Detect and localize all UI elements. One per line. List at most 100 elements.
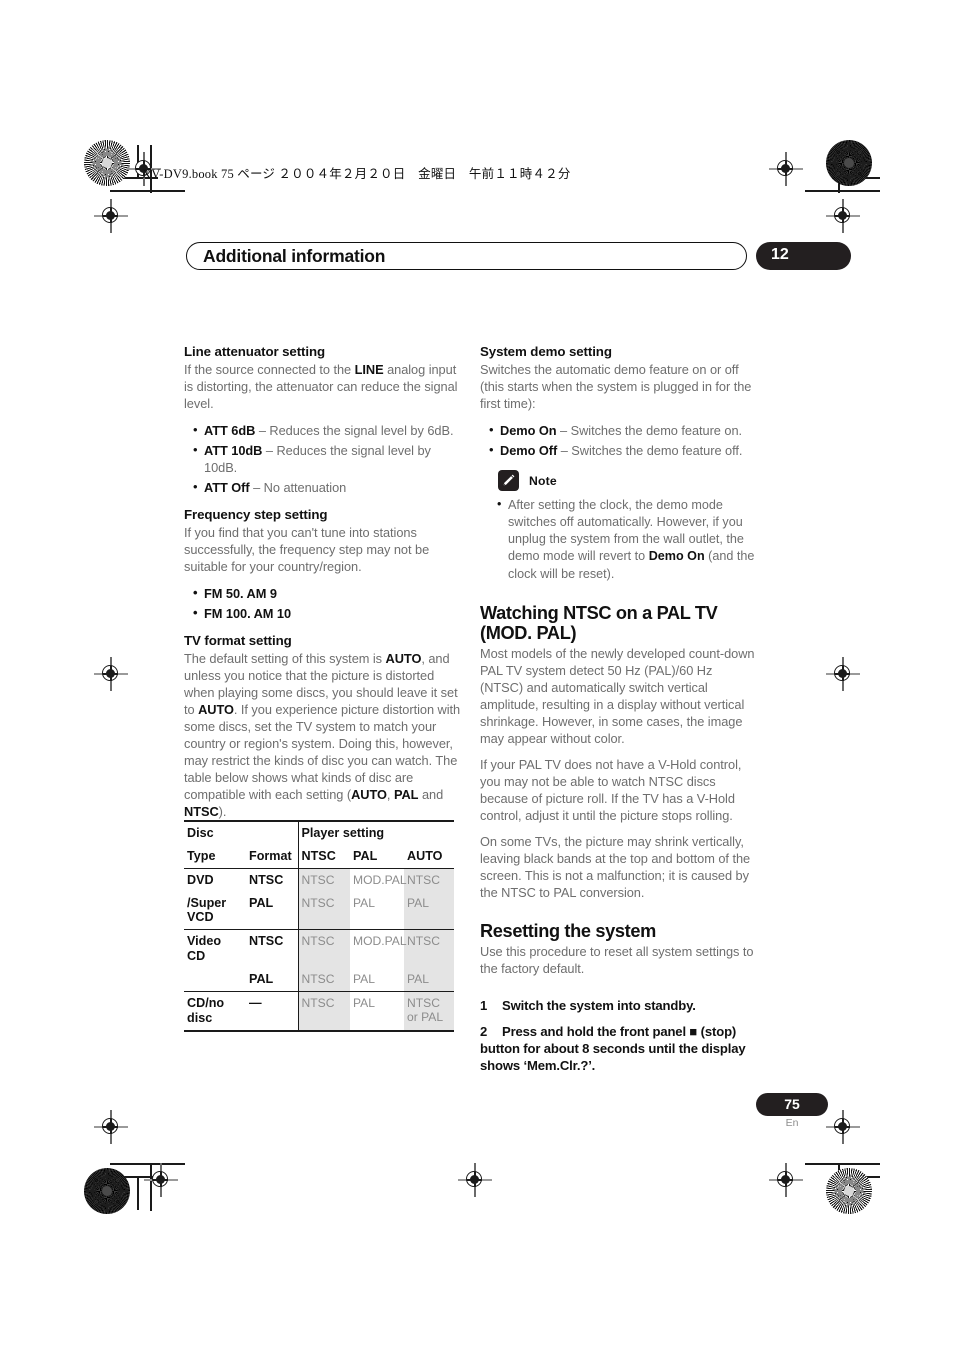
paragraph-tv-format: The default setting of this system is AU… (184, 651, 461, 821)
page-language-code: En (785, 1117, 799, 1129)
list-demo-options: Demo On – Switches the demo feature on. … (480, 421, 757, 459)
cell-format: — (246, 990, 299, 1032)
heading-resetting: Resetting the system (480, 920, 656, 941)
cell-type: Video CD (184, 929, 246, 969)
registration-mark-right-middle (826, 657, 860, 691)
table-row: PAL NTSC PAL PAL (184, 968, 455, 992)
heading-line-attenuator: Line attenuator setting (184, 344, 326, 359)
cell-format: NTSC (246, 929, 299, 969)
bullet-term: ATT 10dB (204, 443, 263, 459)
cell-pal: PAL (350, 990, 405, 1032)
print-star-target-top-right (826, 140, 872, 186)
cell-auto: PAL (404, 891, 455, 930)
step-2: 2 Press and hold the front panel ■ (stop)… (480, 1023, 757, 1074)
cell-auto: NTSC or PAL (404, 990, 455, 1032)
print-star-target-bottom-left (84, 1168, 130, 1214)
paragraph-ntsc-2: If your PAL TV does not have a V-Hold co… (480, 757, 742, 824)
list-item: FM 100. AM 10 (193, 604, 461, 622)
note-label: Note (529, 473, 557, 488)
tv-t10: ). (218, 804, 227, 820)
la-text-1: If the source connected to the (184, 362, 355, 378)
table-header-auto: AUTO (407, 848, 443, 863)
cell-ntsc: NTSC (297, 891, 351, 930)
paragraph-line-attenuator: If the source connected to the LINE anal… (184, 362, 461, 413)
list-note: After setting the clock, the demo mode s… (480, 496, 757, 583)
note-header: Note (498, 470, 757, 492)
crop-mark-top-right-h (805, 190, 880, 192)
registration-mark-left-upper (94, 199, 128, 233)
disc-compatibility-table: Disc Player setting Type Format NTSC PAL… (184, 820, 455, 1032)
paragraph-system-demo: Switches the automatic demo feature on o… (480, 362, 752, 412)
heading-system-demo: System demo setting (480, 344, 612, 359)
heading-frequency-step: Frequency step setting (184, 507, 328, 523)
bullet-term: ATT Off (204, 480, 250, 496)
tv-t3: AUTO (198, 702, 234, 718)
tv-t5: AUTO (351, 787, 387, 803)
heading-ntsc-line1: Watching NTSC on a PAL TV (480, 602, 718, 623)
cell-format: NTSC (246, 867, 299, 892)
step-2-text-a: Press and hold the front panel (502, 1024, 690, 1040)
cell-pal: PAL (353, 895, 375, 910)
list-frequency-steps: FM 50. AM 9 FM 100. AM 10 (184, 584, 461, 622)
book-slug-line: XV-DV9.book 75 ページ ２００４年２月２０日 金曜日 午前１１時４… (142, 167, 571, 181)
cell-auto: PAL (404, 968, 455, 992)
table-header-row-sub: Type Format NTSC PAL AUTO (184, 844, 454, 869)
tv-t7: PAL (393, 787, 419, 803)
table-row: /Super VCD PAL NTSC PAL PAL (184, 891, 455, 930)
bullet-desc: – Reduces the signal level by 6dB. (255, 423, 454, 439)
registration-mark-bottom-right (769, 1163, 803, 1197)
list-item: FM 50. AM 9 (193, 584, 461, 602)
document-page: XV-DV9.book 75 ページ ２００４年２月２０日 金曜日 午前１１時４… (0, 0, 954, 1351)
table-header-row-group: Disc Player setting (184, 820, 455, 845)
table-row: CD/no disc — NTSC PAL NTSC or PAL (184, 990, 455, 1032)
list-item: Demo On – Switches the demo feature on. (489, 421, 757, 439)
print-star-target-bottom-right (826, 1168, 872, 1214)
table-header-disc: Disc (184, 820, 299, 845)
crop-mark-bottom-left-v2 (137, 1176, 139, 1210)
step-1-number: 1 (480, 998, 488, 1014)
tv-t0: The default setting of this system is (184, 651, 386, 667)
cell-type: DVD (184, 867, 246, 892)
registration-mark-left-middle (94, 657, 128, 691)
table-header-format: Format (249, 848, 292, 863)
registration-mark-bottom-left (144, 1163, 178, 1197)
la-bold-line: LINE (354, 362, 384, 378)
bullet-desc: – Switches the demo feature on. (556, 423, 743, 439)
cell-format: PAL (249, 895, 274, 910)
step-1-text: Switch the system into standby. (502, 998, 696, 1014)
paragraph-resetting: Use this procedure to reset all system s… (480, 944, 754, 977)
print-star-target-top-left (84, 140, 130, 186)
heading-tv-format: TV format setting (184, 633, 292, 649)
bullet-term: Demo On (500, 423, 557, 439)
step-1: 1 Switch the system into standby. (480, 997, 757, 1014)
chapter-number-label: 12 (771, 246, 789, 263)
bullet-desc: – Switches the demo feature off. (557, 443, 743, 459)
list-item: After setting the clock, the demo mode s… (497, 496, 757, 583)
cell-ntsc: NTSC (297, 867, 351, 892)
table-row: Video CD NTSC NTSC MOD.PAL NTSC (184, 929, 455, 969)
table-header-pal: PAL (353, 848, 378, 863)
cell-auto: NTSC (404, 929, 455, 969)
chapter-number-badge: 12 (756, 242, 851, 270)
paragraph-ntsc-3: On some TVs, the picture may shrink vert… (480, 834, 751, 900)
tv-t1: AUTO (385, 651, 422, 667)
cell-pal: MOD.PAL (350, 929, 407, 969)
heading-ntsc-line2: (MOD. PAL) (480, 623, 577, 644)
crop-mark-bottom-right-h (805, 1163, 880, 1165)
cell-pal: MOD.PAL (350, 867, 407, 892)
left-column: Line attenuator setting If the source co… (184, 344, 461, 830)
list-item: ATT Off – No attenuation (193, 478, 461, 496)
note-text-bold: Demo On (648, 549, 705, 564)
heading-watching-ntsc: Watching NTSC on a PAL TV (MOD. PAL) (480, 603, 757, 644)
registration-mark-top-right (769, 152, 803, 186)
page-number-badge: 75 (756, 1093, 828, 1116)
cell-ntsc: NTSC (297, 929, 351, 969)
registration-mark-right-upper (826, 199, 860, 233)
registration-mark-right-lower (826, 1110, 860, 1144)
right-column: System demo setting Switches the automat… (480, 344, 757, 1083)
tv-t8: and (418, 787, 444, 803)
list-item: ATT 6dB – Reduces the signal level by 6d… (193, 421, 461, 439)
registration-mark-left-lower (94, 1110, 128, 1144)
